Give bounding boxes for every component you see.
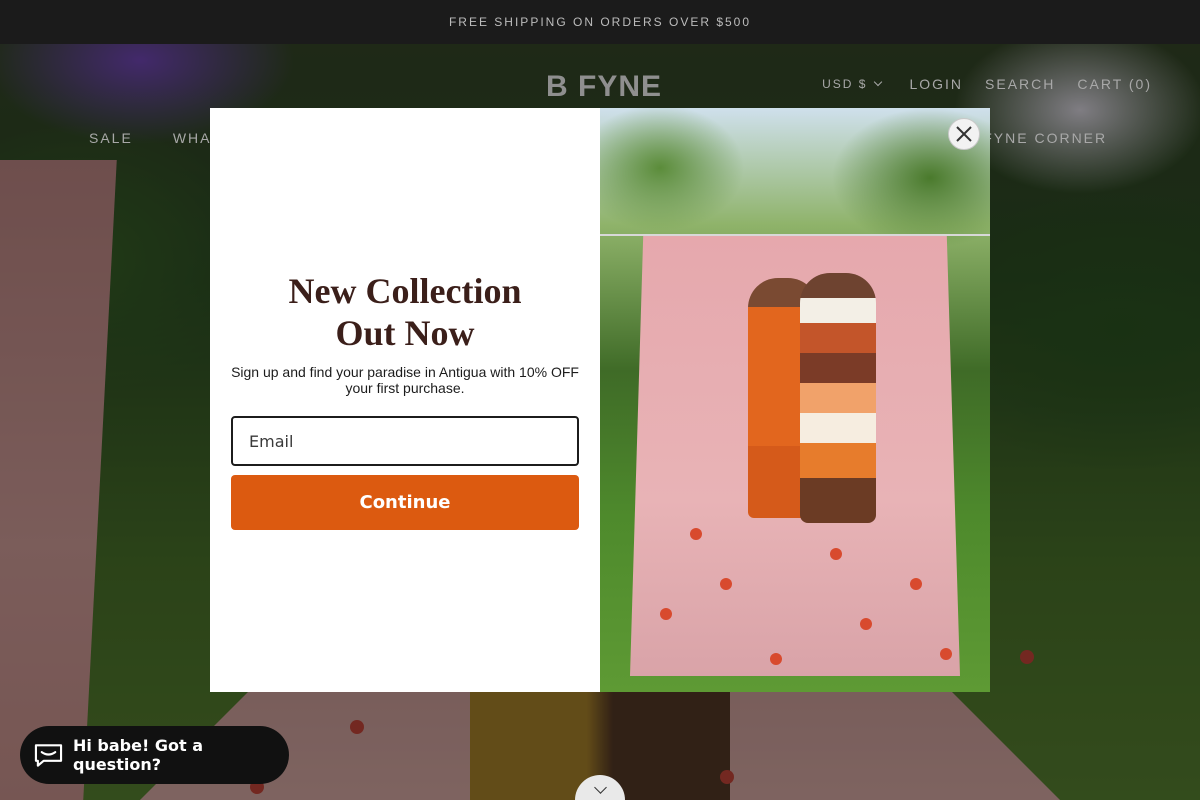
chevron-down-icon bbox=[593, 781, 607, 794]
signup-popup: New Collection Out Now Sign up and find … bbox=[210, 108, 990, 692]
chevron-down-icon bbox=[874, 77, 883, 87]
currency-selector[interactable]: USD $ bbox=[822, 77, 883, 91]
close-icon bbox=[956, 126, 972, 142]
promo-apple bbox=[940, 648, 952, 660]
close-popup-button[interactable] bbox=[948, 118, 980, 150]
popup-title-line1: New Collection bbox=[288, 271, 522, 311]
search-link[interactable]: SEARCH bbox=[985, 76, 1055, 92]
chat-widget-button[interactable]: Hi babe! Got a question? bbox=[20, 726, 289, 784]
announcement-text: FREE SHIPPING ON ORDERS OVER $500 bbox=[448, 15, 752, 29]
popup-subtitle: Sign up and find your paradise in Antigu… bbox=[231, 364, 579, 396]
currency-label: USD $ bbox=[822, 77, 868, 91]
promo-apple bbox=[830, 548, 842, 560]
promo-clothesline bbox=[600, 234, 990, 236]
continue-button[interactable]: Continue bbox=[231, 475, 579, 530]
main-nav: SALE WHAT bbox=[89, 130, 221, 146]
brand-logo[interactable]: B FYNE bbox=[546, 70, 662, 104]
promo-apple bbox=[690, 528, 702, 540]
chat-bubble-icon bbox=[34, 744, 63, 767]
promo-apple bbox=[910, 578, 922, 590]
chat-label: Hi babe! Got a question? bbox=[72, 736, 203, 774]
promo-model-striped-dress bbox=[800, 273, 876, 523]
cart-link[interactable]: CART (0) bbox=[1077, 76, 1152, 92]
popup-title-line2: Out Now bbox=[335, 313, 475, 353]
header-links: USD $ LOGIN SEARCH CART (0) bbox=[822, 76, 1152, 92]
popup-form-panel: New Collection Out Now Sign up and find … bbox=[210, 108, 600, 692]
announcement-bar: FREE SHIPPING ON ORDERS OVER $500 bbox=[0, 0, 1200, 44]
popup-title: New Collection Out Now bbox=[210, 270, 600, 354]
promo-apple bbox=[660, 608, 672, 620]
promo-apple bbox=[860, 618, 872, 630]
promo-apple bbox=[720, 578, 732, 590]
email-field[interactable] bbox=[231, 416, 579, 466]
popup-promo-image bbox=[600, 108, 990, 692]
promo-apple bbox=[770, 653, 782, 665]
login-link[interactable]: LOGIN bbox=[909, 76, 963, 92]
nav-item-sale[interactable]: SALE bbox=[89, 130, 133, 146]
